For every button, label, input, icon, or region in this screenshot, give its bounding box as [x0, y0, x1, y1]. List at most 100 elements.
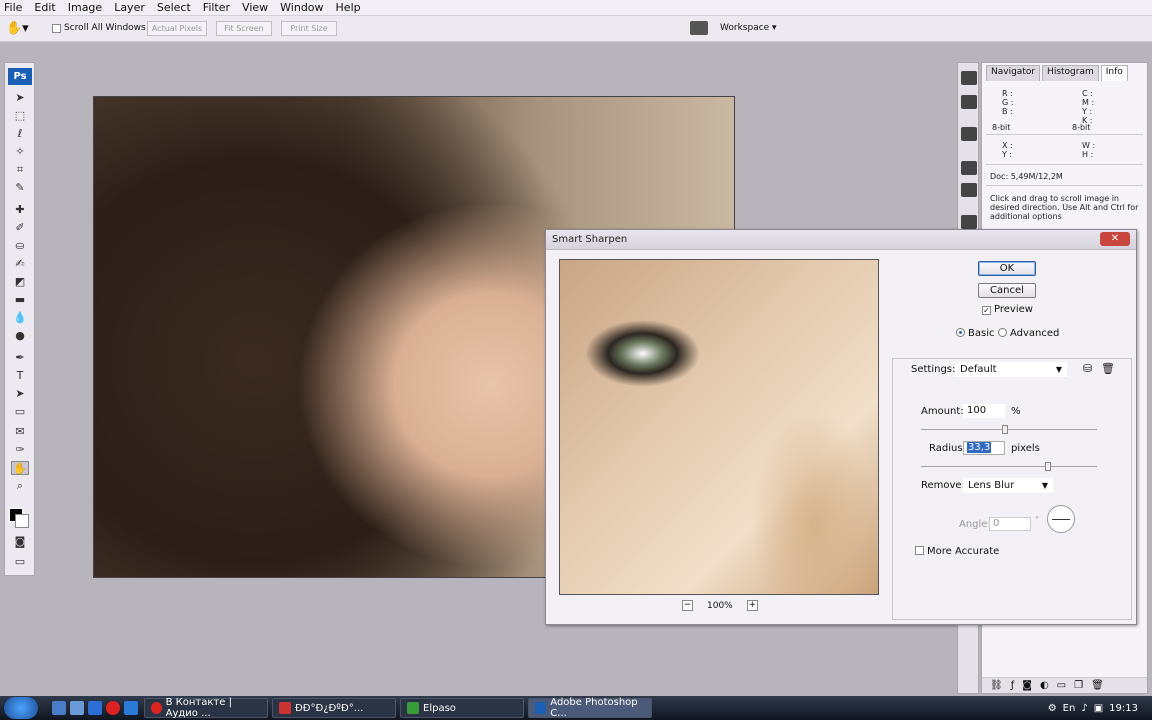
zoom-in-button[interactable]: +	[746, 600, 758, 611]
print-size-button[interactable]: Print Size	[281, 21, 337, 36]
save-settings-icon[interactable]: ⛁	[1083, 362, 1092, 375]
brush-tool-icon[interactable]: ✐	[11, 221, 29, 235]
move-tool-icon[interactable]: ➤	[11, 91, 29, 105]
amount-input[interactable]: 100	[963, 404, 1005, 418]
tool-presets-panel-icon[interactable]	[961, 127, 977, 141]
taskbar-item-photoshop[interactable]: Adobe Photoshop C...	[528, 697, 652, 719]
scroll-all-windows-label: Scroll All Windows	[64, 23, 146, 33]
menu-file[interactable]: File	[0, 1, 28, 14]
healing-brush-tool-icon[interactable]: ✚	[11, 203, 29, 217]
start-button[interactable]	[4, 697, 38, 719]
delete-settings-icon[interactable]: 🗑	[1101, 362, 1115, 375]
options-bar: ✋▾ Scroll All Windows Actual Pixels Fit …	[0, 16, 1152, 42]
angle-input[interactable]: 0	[989, 517, 1031, 531]
hand-tool-preset-icon[interactable]: ✋▾	[6, 21, 36, 37]
path-selection-tool-icon[interactable]: ➤	[11, 387, 29, 401]
preview-checkbox[interactable]: ✓ Preview	[982, 304, 1033, 315]
clone-source-panel-icon[interactable]	[961, 183, 977, 197]
menu-edit[interactable]: Edit	[28, 1, 61, 14]
taskbar-item-elpaso[interactable]: Elpaso	[400, 698, 524, 718]
remove-value: Lens Blur	[968, 480, 1015, 491]
basic-radio[interactable]: Basic	[956, 328, 994, 339]
history-panel-icon[interactable]	[961, 71, 977, 85]
ie-browser-icon[interactable]	[88, 701, 102, 715]
clock[interactable]: 19:13	[1109, 703, 1138, 714]
radius-slider[interactable]	[921, 462, 1097, 471]
advanced-radio[interactable]: Advanced	[998, 328, 1059, 339]
menu-view[interactable]: View	[236, 1, 274, 14]
delete-layer-icon[interactable]: 🗑	[1091, 680, 1104, 691]
taskbar-item-vkontakte[interactable]: В Контакте | Аудио ...	[144, 697, 268, 719]
screen-mode-icon[interactable]: ▭	[11, 555, 29, 569]
radius-input[interactable]: 33,3	[963, 441, 1005, 455]
show-desktop-icon[interactable]	[52, 701, 66, 715]
link-layers-icon[interactable]: ⛓	[990, 680, 1003, 691]
dialog-title-bar[interactable]: Smart Sharpen ✕	[546, 230, 1136, 250]
tab-histogram[interactable]: Histogram	[1042, 65, 1099, 81]
scroll-all-windows-checkbox[interactable]: Scroll All Windows	[52, 23, 146, 33]
settings-dropdown[interactable]: Default ▼	[955, 362, 1067, 377]
network-icon[interactable]: ▣	[1094, 703, 1103, 714]
language-indicator[interactable]: En	[1063, 703, 1076, 714]
tab-navigator[interactable]: Navigator	[986, 65, 1041, 81]
background-color-swatch[interactable]	[15, 514, 29, 528]
amount-slider[interactable]	[921, 425, 1097, 434]
layer-style-icon[interactable]: ƒ	[1011, 680, 1015, 691]
remove-dropdown[interactable]: Lens Blur ▼	[963, 478, 1053, 493]
eraser-tool-icon[interactable]: ◩	[11, 275, 29, 289]
actual-pixels-button[interactable]: Actual Pixels	[147, 21, 207, 36]
pen-tool-icon[interactable]: ✒	[11, 351, 29, 365]
shape-tool-icon[interactable]: ▭	[11, 405, 29, 419]
fit-screen-button[interactable]: Fit Screen	[216, 21, 272, 36]
gradient-tool-icon[interactable]: ▬	[11, 293, 29, 307]
menu-filter[interactable]: Filter	[197, 1, 236, 14]
crop-tool-icon[interactable]: ⌗	[11, 163, 29, 177]
actions-panel-icon[interactable]	[961, 95, 977, 109]
group-icon[interactable]: ▭	[1057, 680, 1066, 691]
tab-info[interactable]: Info	[1100, 65, 1128, 81]
cancel-button[interactable]: Cancel	[978, 283, 1036, 298]
menu-help[interactable]: Help	[330, 1, 367, 14]
blur-tool-icon[interactable]: 💧	[11, 311, 29, 325]
filter-preview-image[interactable]	[559, 259, 879, 595]
notes-tool-icon[interactable]: ✉	[11, 425, 29, 439]
opera-browser-icon[interactable]	[106, 701, 120, 715]
taskbar-item-folder[interactable]: ÐÐ°Ð¿ÐºÐ°...	[272, 698, 396, 718]
radius-slider-thumb[interactable]	[1045, 462, 1051, 471]
more-accurate-checkbox[interactable]: More Accurate	[915, 546, 999, 557]
brushes-panel-icon[interactable]	[961, 161, 977, 175]
amount-slider-thumb[interactable]	[1002, 425, 1008, 434]
angle-dial[interactable]	[1047, 505, 1075, 533]
character-panel-icon[interactable]	[961, 215, 977, 229]
tray-icon[interactable]: ⚙	[1048, 703, 1057, 714]
workspace-menu[interactable]: Workspace ▾	[690, 21, 777, 35]
menu-image[interactable]: Image	[62, 1, 108, 14]
quick-mask-icon[interactable]: ◙	[11, 535, 29, 549]
marquee-tool-icon[interactable]: ⬚	[11, 109, 29, 123]
layer-mask-icon[interactable]: ◙	[1022, 680, 1032, 691]
task-label: Adobe Photoshop C...	[550, 697, 638, 719]
adjustment-layer-icon[interactable]: ◐	[1040, 680, 1049, 691]
menu-window[interactable]: Window	[274, 1, 329, 14]
hand-tool-icon[interactable]: ✋	[11, 461, 29, 475]
zoom-out-button[interactable]: −	[682, 600, 693, 611]
radius-unit: pixels	[1011, 443, 1040, 454]
eyedropper-tool-icon[interactable]: ✎	[11, 181, 29, 195]
magic-wand-tool-icon[interactable]: ✧	[11, 145, 29, 159]
eyedropper2-tool-icon[interactable]: ✑	[11, 443, 29, 457]
task-label: В Контакте | Аудио ...	[165, 697, 232, 719]
zoom-tool-icon[interactable]: ⌕	[11, 479, 29, 493]
menu-layer[interactable]: Layer	[108, 1, 151, 14]
type-tool-icon[interactable]: T	[11, 369, 29, 383]
volume-icon[interactable]: ♪	[1081, 703, 1087, 714]
dodge-tool-icon[interactable]: ●	[11, 329, 29, 343]
switch-windows-icon[interactable]	[70, 701, 84, 715]
menu-select[interactable]: Select	[151, 1, 197, 14]
lasso-tool-icon[interactable]: ℓ	[11, 127, 29, 141]
new-layer-icon[interactable]: ❐	[1074, 680, 1083, 691]
clone-stamp-tool-icon[interactable]: ⛀	[11, 239, 29, 253]
photoshop-quicklaunch-icon[interactable]	[124, 701, 138, 715]
ok-button[interactable]: OK	[978, 261, 1036, 276]
close-icon[interactable]: ✕	[1100, 232, 1130, 246]
history-brush-tool-icon[interactable]: ✍	[11, 257, 29, 271]
